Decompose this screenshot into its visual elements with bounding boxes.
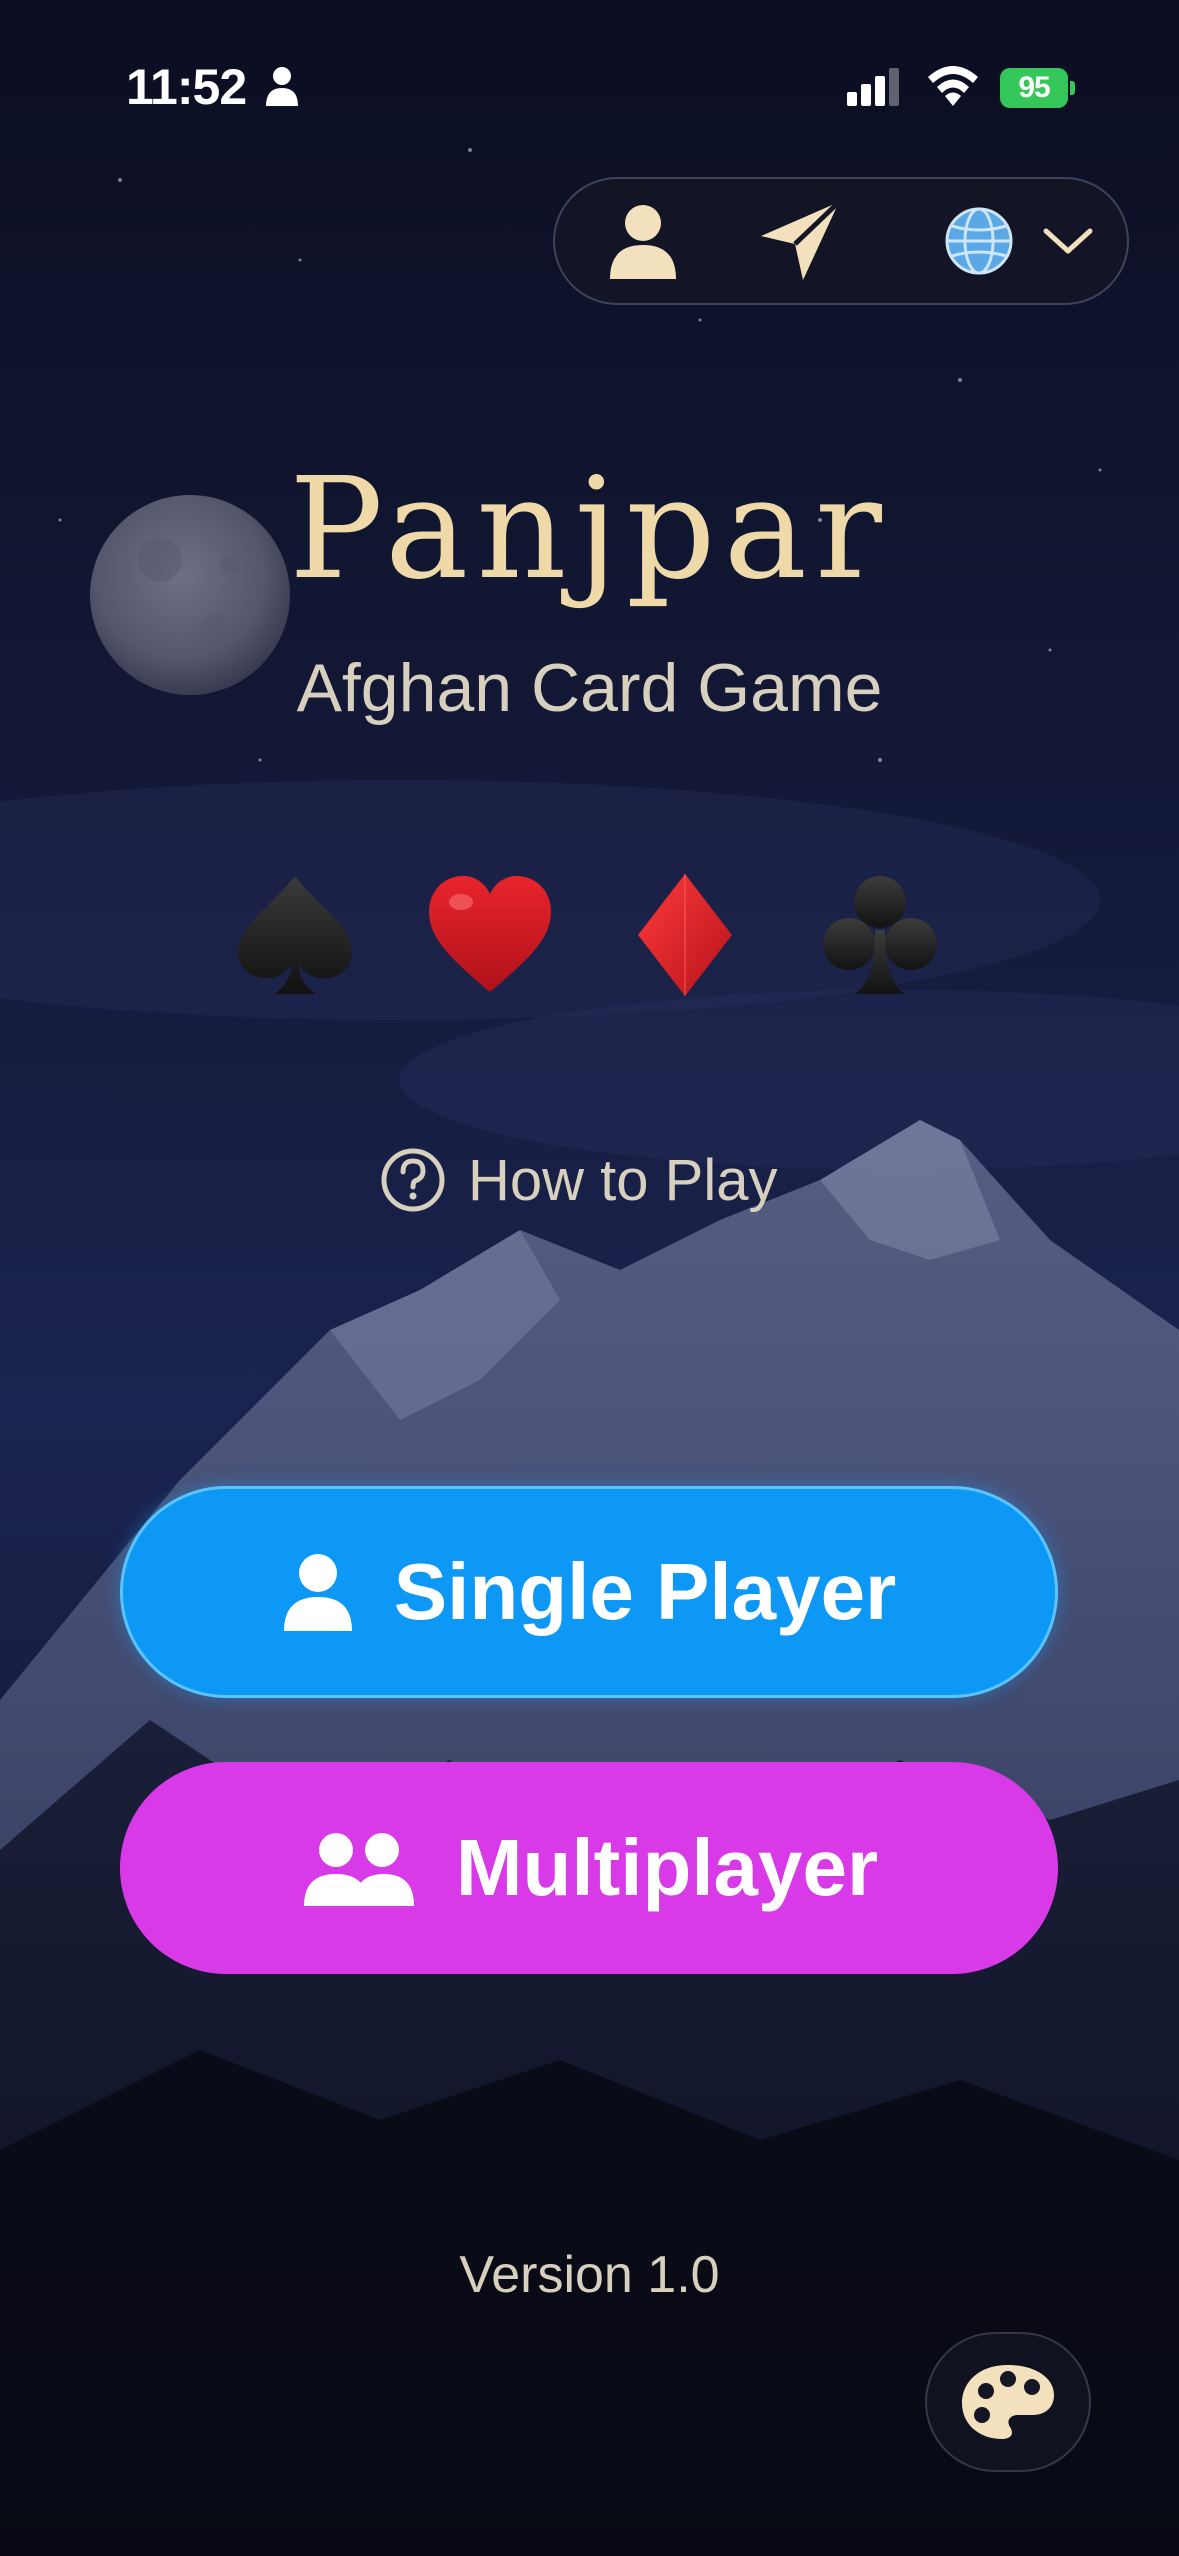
paper-plane-icon: [761, 200, 841, 280]
status-person-icon: [266, 67, 298, 106]
app-subtitle: Afghan Card Game: [296, 650, 883, 726]
card-suits-row: [0, 870, 1179, 1000]
spade-icon: [238, 876, 352, 994]
single-player-label: Single Player: [393, 1547, 897, 1636]
globe-icon: [945, 207, 1013, 275]
night-mountain-background: [0, 0, 1179, 2556]
person-icon: [282, 1553, 354, 1631]
status-time: 11:52: [126, 59, 247, 115]
app-title: Panjpar: [289, 448, 890, 611]
palette-icon: [962, 2365, 1054, 2439]
wifi-icon: [928, 66, 978, 106]
send-button[interactable]: [745, 193, 855, 289]
club-icon: [823, 876, 937, 994]
how-to-play-label: How to Play: [468, 1147, 778, 1213]
multiplayer-label: Multiplayer: [455, 1823, 879, 1912]
how-to-play-link[interactable]: How to Play: [380, 1140, 800, 1220]
chevron-down-icon: [1043, 228, 1093, 254]
single-player-button[interactable]: Single Player: [120, 1486, 1058, 1698]
battery-indicator: 95: [1000, 68, 1076, 108]
two-people-icon: [300, 1830, 416, 1906]
version-label: Version 1.0: [459, 2246, 720, 2304]
language-selector[interactable]: [925, 193, 1115, 289]
question-circle-icon: [381, 1148, 445, 1212]
person-icon: [610, 205, 676, 279]
battery-level: 95: [1000, 68, 1068, 108]
battery-tip: [1070, 81, 1075, 95]
multiplayer-button[interactable]: Multiplayer: [120, 1762, 1058, 1974]
heart-icon: [429, 876, 551, 992]
top-toolbar: [553, 177, 1129, 305]
theme-button[interactable]: [925, 2332, 1091, 2472]
profile-button[interactable]: [595, 193, 691, 289]
cellular-signal-icon: [847, 68, 899, 106]
diamond-icon: [638, 874, 732, 996]
